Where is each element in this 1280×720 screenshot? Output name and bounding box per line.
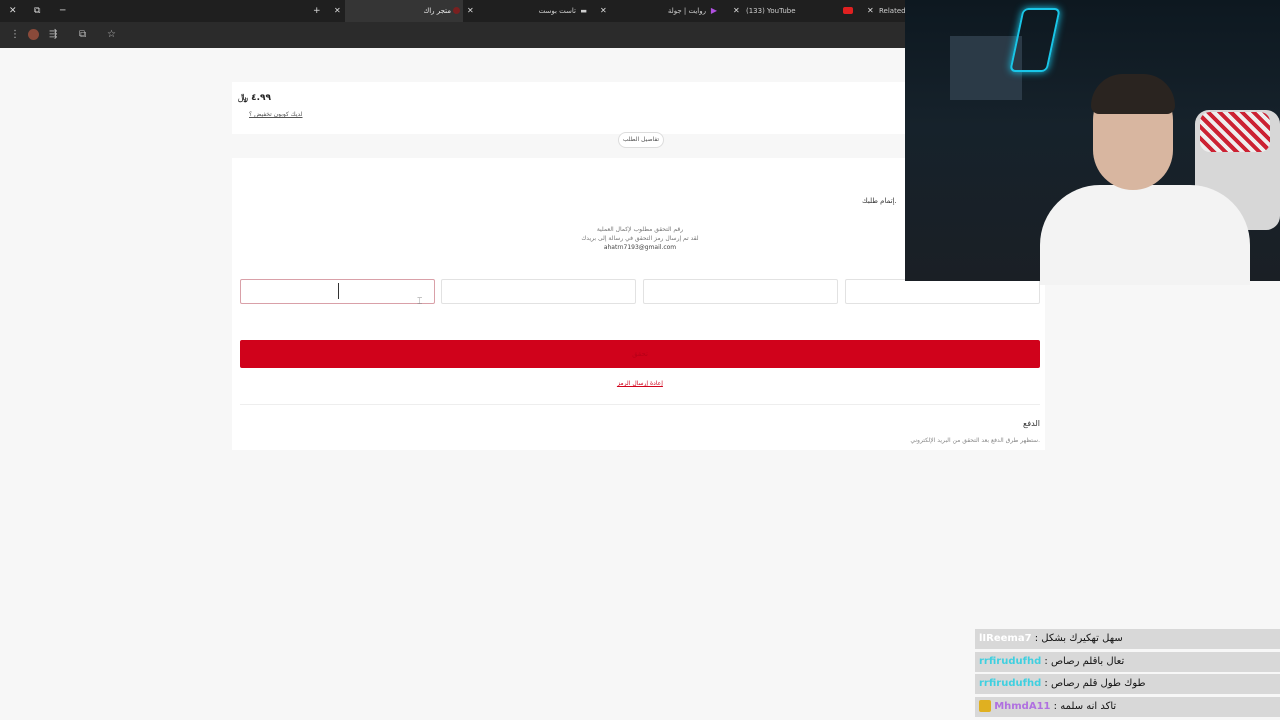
otp-digit-4[interactable]: [845, 279, 1040, 304]
chat-separator: :: [1041, 655, 1051, 667]
tab-youtube[interactable]: (133) YouTube: [745, 0, 855, 22]
otp-digit-2[interactable]: [441, 279, 636, 304]
verify-submit-button[interactable]: تحقق: [240, 340, 1040, 368]
flag-icon: ▬: [580, 7, 587, 15]
tab-label: متجر راك: [423, 7, 451, 15]
tab-search-icon[interactable]: ⧉: [79, 22, 86, 48]
new-tab-button[interactable]: +: [313, 0, 321, 22]
chat-username: rrfirudufhd: [979, 678, 1042, 689]
streamer-hair: [1091, 74, 1175, 114]
favicon-icon: [453, 7, 460, 14]
badge-icon: [979, 699, 991, 712]
bookmark-star-icon[interactable]: ☆: [107, 22, 116, 48]
chat-separator: :: [1050, 700, 1061, 712]
chat-separator: :: [1041, 678, 1051, 689]
tab-close-icon[interactable]: ✕: [334, 0, 341, 22]
verify-required-text: رقم التحقق مطلوب لإكمال العملية: [596, 226, 684, 233]
chat-message: MhmdA11 : تاكد انه سلمه: [975, 696, 1280, 717]
chat-username: rrfirudufhd: [979, 655, 1042, 667]
close-window-icon[interactable]: ✕: [9, 0, 17, 22]
profile-avatar[interactable]: [28, 29, 39, 40]
tab-label: تاست بوست: [538, 7, 576, 15]
divider: [240, 404, 1040, 405]
tab-related[interactable]: Related t: [879, 0, 905, 22]
chat-overlay: lIReema7 : سهل تهكيرك بشكل rrfirudufhd :…: [975, 629, 1280, 719]
play-icon: ▶: [710, 6, 717, 15]
chat-message: rrfirudufhd : تعال باقلم رصاص: [975, 651, 1280, 672]
tab-close-icon[interactable]: ✕: [867, 0, 874, 22]
resend-code-link[interactable]: إعادة إرسال الرمز: [560, 380, 720, 387]
chat-text: سهل تهكيرك بشكل: [1041, 633, 1123, 644]
minimize-icon[interactable]: ─: [60, 0, 65, 22]
tab-label: (133) YouTube: [746, 7, 796, 15]
chat-text: تاكد انه سلمه: [1060, 700, 1117, 712]
text-cursor-icon: ⌶: [417, 297, 423, 307]
payment-title: الدفع: [1023, 419, 1040, 428]
chat-message: lIReema7 : سهل تهكيرك بشكل: [975, 629, 1280, 649]
chat-username: lIReema7: [979, 633, 1032, 644]
order-price: ٤.٩٩ ﷼: [238, 93, 272, 103]
verify-email: ahatrn7193@gmail.com: [603, 244, 677, 251]
payment-subtitle: ستظهر طرق الدفع بعد التحقق من البريد الإ…: [910, 437, 1040, 444]
otp-digit-3[interactable]: [643, 279, 838, 304]
tab-rawayt[interactable]: روايت | جولة ▶: [612, 0, 720, 22]
tab-taste-post[interactable]: تاست بوست ▬: [478, 0, 590, 22]
tab-rak-store[interactable]: متجر راك: [345, 0, 463, 22]
chat-separator: :: [1031, 633, 1042, 644]
restore-icon[interactable]: ⧉: [34, 0, 40, 22]
tab-close-icon[interactable]: ✕: [467, 0, 474, 22]
chat-text: طوك طول قلم رصاص: [1050, 678, 1146, 689]
text-caret: [338, 283, 339, 299]
streamer-body: [1040, 185, 1250, 285]
menu-icon[interactable]: ⋮: [10, 22, 20, 48]
tab-label: روايت | جولة: [667, 7, 706, 15]
order-details-button[interactable]: تفاصيل الطلب: [618, 132, 664, 148]
tab-close-icon[interactable]: ✕: [733, 0, 740, 22]
verify-sent-text: لقد تم إرسال رمز التحقق في رسالة إلى بري…: [581, 235, 699, 242]
complete-order-text: إتمام طلبك.: [862, 197, 897, 205]
chat-message: rrfirudufhd : طوك طول قلم رصاص: [975, 674, 1280, 694]
coupon-link[interactable]: لديك كوبون تخفيض ؟: [249, 111, 302, 118]
tab-label: Related t: [879, 7, 905, 15]
shemagh: [1200, 112, 1270, 152]
youtube-icon: [843, 7, 853, 14]
chat-username: MhmdA11: [994, 700, 1051, 712]
chat-text: تعال باقلم رصاص: [1050, 655, 1125, 667]
tab-close-icon[interactable]: ✕: [600, 0, 607, 22]
extensions-icon[interactable]: ⇶: [49, 22, 57, 48]
